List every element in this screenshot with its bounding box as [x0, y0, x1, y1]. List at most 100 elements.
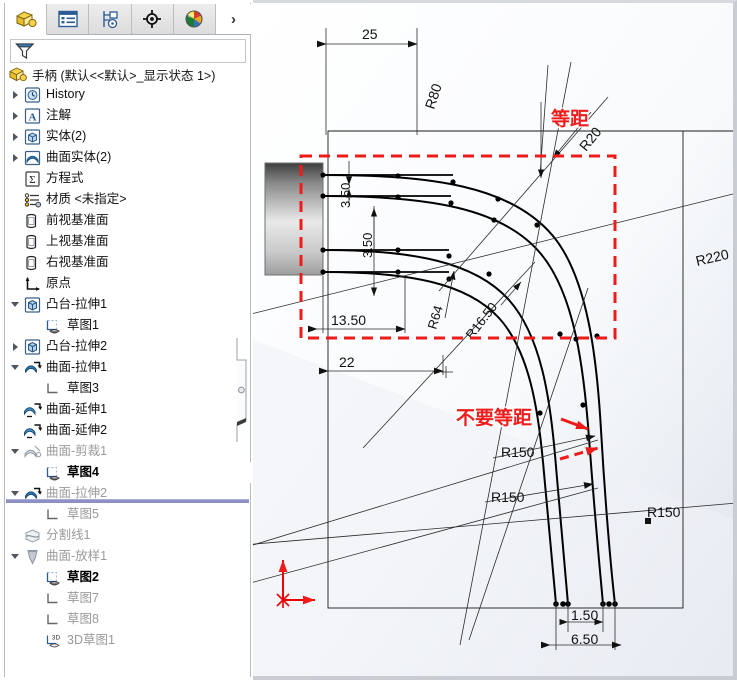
dim-r150-a[interactable]: R150	[501, 444, 535, 460]
tree-item-label: 凸台-拉伸2	[46, 339, 108, 353]
dim-150[interactable]: 1.50	[571, 607, 598, 623]
dim-22[interactable]: 22	[339, 354, 355, 370]
sketch-active-icon	[46, 466, 60, 480]
dim-r150-c[interactable]: R150	[647, 504, 681, 520]
tree-item-8[interactable]: 右视基准面	[8, 252, 251, 273]
expander-down-icon[interactable]	[8, 357, 22, 378]
sketch-plain-icon	[43, 379, 64, 399]
tree-item-26[interactable]: 3D 3D草图1	[8, 630, 251, 651]
expander-down-icon[interactable]	[8, 441, 22, 462]
expander-down-icon[interactable]	[8, 294, 22, 315]
manager-tab-strip: ›	[5, 4, 251, 35]
tree-item-11[interactable]: 草图1	[8, 315, 251, 336]
annotations-a-icon: A	[22, 106, 43, 126]
configuration-manager-tab[interactable]	[89, 4, 132, 34]
expander-right-icon[interactable]	[8, 105, 22, 126]
tree-item-24[interactable]: 草图7	[8, 588, 251, 609]
tree-item-label: 材质 <未指定>	[46, 192, 127, 206]
tree-item-4[interactable]: Σ 方程式	[8, 168, 251, 189]
expander-down-icon[interactable]	[8, 546, 22, 567]
expander-right-icon[interactable]	[8, 84, 22, 105]
appearances-tab[interactable]	[173, 4, 216, 34]
tree-item-0[interactable]: History	[8, 84, 251, 105]
dim-650[interactable]: 6.50	[571, 631, 598, 647]
tree-item-13[interactable]: 曲面-拉伸1	[8, 357, 251, 378]
expander-right-icon[interactable]	[8, 147, 22, 168]
no-expander	[29, 315, 43, 336]
property-manager-tab[interactable]	[47, 4, 90, 34]
sketch-active-icon	[43, 463, 64, 483]
dim-350-b[interactable]: 3.50	[360, 233, 375, 258]
document-root-row[interactable]: 手柄 (默认<<默认>_显示状态 1>)	[8, 63, 248, 85]
tree-item-label: 分割线1	[46, 528, 91, 542]
tree-item-label: 曲面-延伸2	[46, 423, 108, 437]
sketch-plain-icon	[43, 589, 64, 609]
filter-input[interactable]	[36, 40, 240, 62]
tree-item-21[interactable]: 分割线1	[8, 525, 251, 546]
filter-box[interactable]	[10, 39, 246, 63]
dim-25[interactable]: 25	[362, 26, 378, 42]
feature-tree-list: History A 注解 实体(2) 曲面实体(2) Σ 方程式 材质 <未指定> 前视基准面上…	[8, 84, 251, 651]
dim-1350[interactable]: 13.50	[331, 312, 366, 328]
tree-item-label: 草图1	[67, 318, 99, 332]
tree-item-3[interactable]: 曲面实体(2)	[8, 147, 251, 168]
tree-item-12[interactable]: 凸台-拉伸2	[8, 336, 251, 357]
tree-item-label: 曲面-放样1	[46, 549, 108, 563]
boss-extrude-icon	[24, 338, 41, 355]
tree-item-2[interactable]: 实体(2)	[8, 126, 251, 147]
equations-sigma-icon: Σ	[22, 169, 43, 189]
feature-manager-panel: › 手柄 (默认<<默认>_显示状态 1>) History A 注解 实体(2) 曲面…	[0, 0, 253, 680]
tree-item-18[interactable]: 草图4	[8, 462, 251, 483]
tree-item-20[interactable]: 草图5	[8, 504, 251, 525]
display-manager-tab[interactable]	[131, 4, 174, 34]
material-icon	[22, 190, 43, 210]
tree-item-7[interactable]: 上视基准面	[8, 231, 251, 252]
surface-trim-icon	[22, 442, 43, 462]
color-sphere-icon	[185, 10, 203, 28]
solid-bodies-icon	[22, 127, 43, 147]
tree-item-label: 原点	[46, 276, 72, 290]
tree-item-14[interactable]: 草图3	[8, 378, 251, 399]
tree-item-label: 曲面-延伸1	[46, 402, 108, 416]
no-expander	[8, 273, 22, 294]
material-icon	[24, 192, 42, 207]
panel-splitter[interactable]	[236, 338, 252, 442]
rollback-bar[interactable]	[6, 499, 249, 503]
tree-item-15[interactable]: 曲面-延伸1	[8, 399, 251, 420]
tree-item-label: 草图3	[67, 381, 99, 395]
tree-item-9[interactable]: 原点	[8, 273, 251, 294]
tree-item-17[interactable]: 曲面-剪裁1	[8, 441, 251, 462]
tree-item-label: 前视基准面	[46, 213, 109, 227]
expander-right-icon[interactable]	[8, 336, 22, 357]
expander-right-icon[interactable]	[8, 126, 22, 147]
equations-sigma-icon: Σ	[25, 170, 40, 187]
tree-item-22[interactable]: 曲面-放样1	[8, 546, 251, 567]
plane-icon	[26, 213, 37, 228]
origin-icon	[25, 276, 40, 291]
surface-extrude-icon	[25, 361, 42, 373]
dim-r150-b[interactable]: R150	[491, 489, 525, 505]
no-expander	[8, 525, 22, 546]
tree-item-16[interactable]: 曲面-延伸2	[8, 420, 251, 441]
svg-text:Σ: Σ	[29, 174, 35, 186]
tree-item-25[interactable]: 草图8	[8, 609, 251, 630]
tree-item-1[interactable]: A 注解	[8, 105, 251, 126]
tab-overflow-button[interactable]: ›	[215, 4, 251, 34]
tree-item-label: 注解	[46, 108, 72, 122]
history-clock-icon	[24, 86, 41, 103]
dim-350-a[interactable]: 3.50	[338, 183, 353, 208]
sketch-icon	[46, 319, 60, 333]
surface-bodies-icon	[24, 150, 41, 165]
splitter-handle-icon	[236, 338, 247, 442]
surface-extend-icon	[24, 423, 42, 438]
feature-manager-tab[interactable]	[5, 4, 48, 35]
tree-item-23[interactable]: 草图2	[8, 567, 251, 588]
graphics-area[interactable]: 25 R80 R20 R220 3.50 3.50 13.50 22 R64 R…	[253, 0, 737, 680]
surface-extend-icon	[22, 400, 43, 420]
tree-item-10[interactable]: 凸台-拉伸1	[8, 294, 251, 315]
tree-item-6[interactable]: 前视基准面	[8, 210, 251, 231]
configuration-icon	[103, 10, 118, 28]
split-line-icon	[22, 526, 43, 546]
tree-item-5[interactable]: 材质 <未指定>	[8, 189, 251, 210]
tree-item-label: 曲面-拉伸1	[46, 360, 108, 374]
